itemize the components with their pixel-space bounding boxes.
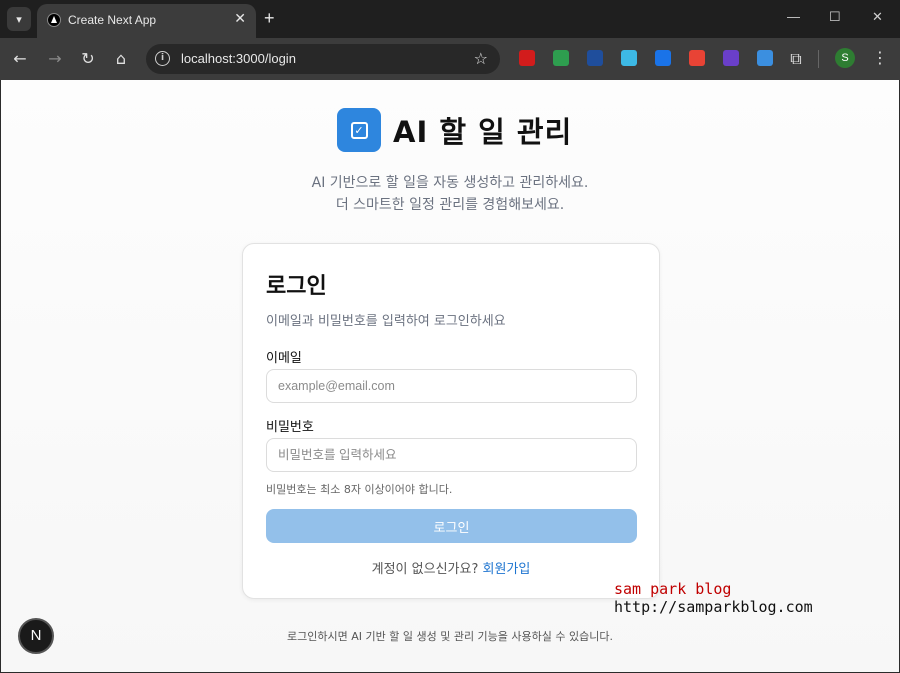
new-tab-icon[interactable]: + xyxy=(264,8,275,29)
url-text[interactable]: localhost:3000/login xyxy=(181,51,296,66)
checkbox-logo-icon: ✓ xyxy=(337,108,381,152)
close-tab-icon[interactable]: ✕ xyxy=(234,11,246,27)
signup-link[interactable]: 회원가입 xyxy=(483,562,531,577)
tab-search-button[interactable]: ▾ xyxy=(7,7,31,31)
tab-title: Create Next App xyxy=(68,13,157,27)
email-field[interactable] xyxy=(266,369,637,403)
more-menu-icon[interactable]: ⋮ xyxy=(872,48,888,67)
email-label: 이메일 xyxy=(266,351,302,366)
browser-toolbar: ← → ↻ ⌂ i localhost:3000/login ☆ ⧉ S ⋮ xyxy=(0,38,900,80)
nextjs-favicon-icon xyxy=(47,13,61,27)
address-bar[interactable]: i localhost:3000/login ☆ xyxy=(146,44,500,74)
green-card-extension-icon[interactable] xyxy=(553,50,569,66)
subtitle-line-2: 더 스마트한 일정 관리를 경험해보세요. xyxy=(335,197,565,213)
arrow-extension-icon[interactable] xyxy=(757,50,773,66)
login-title: 로그인 xyxy=(266,274,327,299)
back-arrow-icon[interactable]: ← xyxy=(10,49,30,68)
page-viewport: ✓ AI 할 일 관리 AI 기반으로 할 일을 자동 생성하고 관리하세요. … xyxy=(1,80,899,672)
password-label: 비밀번호 xyxy=(266,420,314,435)
footer-note: 로그인하시면 AI 기반 할 일 생성 및 관리 기능을 사용하실 수 있습니다… xyxy=(287,630,613,643)
app-title: AI 할 일 관리 xyxy=(393,115,573,149)
login-card: 로그인 이메일과 비밀번호를 입력하여 로그인하세요 이메일 비밀번호 비밀번호… xyxy=(242,243,660,599)
bookmark-star-icon[interactable]: ☆ xyxy=(474,49,488,68)
react-devtools-extension-icon[interactable] xyxy=(621,50,637,66)
watermark-line-2: http://samparkblog.com xyxy=(614,598,813,616)
subtitle-line-1: AI 기반으로 할 일을 자동 생성하고 관리하세요. xyxy=(311,175,589,191)
password-field[interactable] xyxy=(266,438,637,472)
chrome-style-extension-icon[interactable] xyxy=(689,50,705,66)
forward-arrow-icon[interactable]: → xyxy=(45,49,65,68)
watermark: sam park blog http://samparkblog.com xyxy=(614,580,813,616)
login-description: 이메일과 비밀번호를 입력하여 로그인하세요 xyxy=(266,314,506,329)
profile-avatar[interactable]: S xyxy=(835,48,855,68)
chevron-down-icon: ▾ xyxy=(16,12,22,26)
maximize-icon[interactable]: ☐ xyxy=(829,9,841,25)
tab-strip: ▾ Create Next App ✕ + — ☐ ✕ xyxy=(0,0,900,38)
toolbar-divider xyxy=(818,50,819,68)
red-hand-extension-icon[interactable] xyxy=(519,50,535,66)
minimize-icon[interactable]: — xyxy=(787,9,800,24)
reload-icon[interactable]: ↻ xyxy=(78,49,98,68)
no-account-text: 계정이 없으신가요? xyxy=(371,562,479,577)
blue-shield-extension-icon[interactable] xyxy=(655,50,671,66)
extensions-puzzle-icon[interactable]: ⧉ xyxy=(786,49,806,69)
nextjs-devtools-button[interactable]: N xyxy=(18,618,54,654)
password-hint: 비밀번호는 최소 8자 이상이어야 합니다. xyxy=(266,483,453,496)
signup-prompt: 계정이 없으신가요? 회원가입 xyxy=(243,558,659,577)
purple-extension-icon[interactable] xyxy=(723,50,739,66)
home-icon[interactable]: ⌂ xyxy=(111,49,131,68)
app-brand: ✓ AI 할 일 관리 xyxy=(337,108,572,152)
watermark-line-1: sam park blog xyxy=(614,580,732,598)
site-info-icon[interactable]: i xyxy=(155,51,170,66)
login-button[interactable]: 로그인 xyxy=(266,509,637,543)
active-tab[interactable]: Create Next App ✕ xyxy=(37,4,256,38)
check-shield-extension-icon[interactable] xyxy=(587,50,603,66)
window-close-icon[interactable]: ✕ xyxy=(872,9,883,25)
